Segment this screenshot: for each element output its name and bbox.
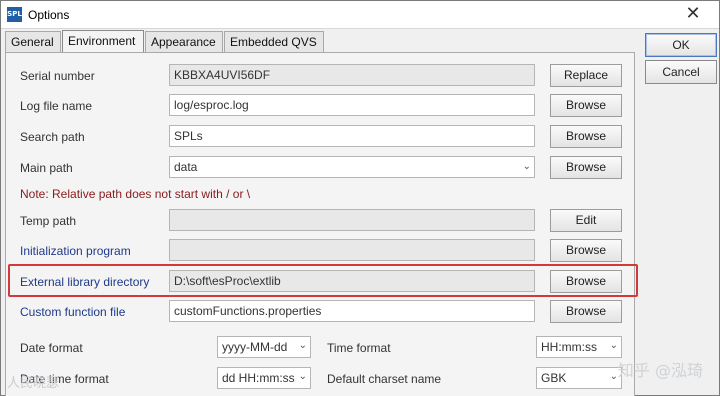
ext-lib-browse-button[interactable]: Browse xyxy=(550,270,622,293)
options-dialog: SPL Options ✕ General Environment Appear… xyxy=(0,0,720,396)
search-path-field[interactable]: SPLs xyxy=(169,125,535,147)
ok-button[interactable]: OK xyxy=(645,33,717,57)
time-format-select[interactable]: HH:mm:ss ⌄ xyxy=(536,336,622,358)
watermark-right: 知乎 @泓琦 xyxy=(617,361,703,380)
charset-select[interactable]: GBK ⌄ xyxy=(536,367,622,389)
title-bar: SPL Options ✕ xyxy=(1,1,719,29)
time-format-label: Time format xyxy=(327,341,391,355)
date-format-select[interactable]: yyyy-MM-dd ⌄ xyxy=(217,336,311,358)
search-path-browse-button[interactable]: Browse xyxy=(550,125,622,148)
main-path-label: Main path xyxy=(20,161,73,175)
tab-embedded-qvs[interactable]: Embedded QVS xyxy=(224,31,324,52)
custom-func-file-field[interactable]: customFunctions.properties xyxy=(169,300,535,322)
temp-path-edit-button[interactable]: Edit xyxy=(550,209,622,232)
chevron-down-icon[interactable]: ⌄ xyxy=(299,340,307,351)
tab-appearance[interactable]: Appearance xyxy=(145,31,223,52)
custom-func-browse-button[interactable]: Browse xyxy=(550,300,622,323)
tab-environment[interactable]: Environment xyxy=(62,30,144,52)
chevron-down-icon[interactable]: ⌄ xyxy=(610,340,618,351)
serial-number-label: Serial number xyxy=(20,69,95,83)
log-file-browse-button[interactable]: Browse xyxy=(550,94,622,117)
app-icon: SPL xyxy=(7,7,22,22)
init-program-label: Initialization program xyxy=(20,244,131,258)
temp-path-field[interactable] xyxy=(169,209,535,231)
datetime-format-value: dd HH:mm:ss xyxy=(222,371,295,385)
charset-label: Default charset name xyxy=(327,372,442,386)
main-path-value: data xyxy=(174,160,198,174)
datetime-format-select[interactable]: dd HH:mm:ss ⌄ xyxy=(217,367,311,389)
main-path-select[interactable]: data ⌄ xyxy=(169,156,535,178)
date-format-value: yyyy-MM-dd xyxy=(222,340,288,354)
time-format-value: HH:mm:ss xyxy=(541,340,597,354)
date-format-label: Date format xyxy=(20,341,83,355)
window-title: Options xyxy=(28,8,70,22)
log-file-name-field[interactable]: log/esproc.log xyxy=(169,94,535,116)
ext-lib-dir-field[interactable]: D:\soft\esProc\extlib xyxy=(169,270,535,292)
close-icon[interactable]: ✕ xyxy=(683,4,703,24)
temp-path-label: Temp path xyxy=(20,214,77,228)
tab-general[interactable]: General xyxy=(5,31,61,52)
serial-number-field[interactable]: KBBXA4UVI56DF xyxy=(169,64,535,86)
chevron-down-icon[interactable]: ⌄ xyxy=(610,371,618,382)
replace-button[interactable]: Replace xyxy=(550,64,622,87)
custom-func-file-label: Custom function file xyxy=(20,305,126,319)
charset-value: GBK xyxy=(541,371,567,385)
search-path-label: Search path xyxy=(20,130,85,144)
init-program-field[interactable] xyxy=(169,239,535,261)
relative-path-note: Note: Relative path does not start with … xyxy=(20,187,251,201)
main-path-browse-button[interactable]: Browse xyxy=(550,156,622,179)
watermark-left: 人民晓瑟 xyxy=(7,376,60,391)
ext-lib-dir-label: External library directory xyxy=(20,275,150,289)
chevron-down-icon[interactable]: ⌄ xyxy=(299,371,307,382)
log-file-name-label: Log file name xyxy=(20,99,93,113)
init-program-browse-button[interactable]: Browse xyxy=(550,239,622,262)
chevron-down-icon[interactable]: ⌄ xyxy=(523,161,531,172)
cancel-button[interactable]: Cancel xyxy=(645,60,717,84)
